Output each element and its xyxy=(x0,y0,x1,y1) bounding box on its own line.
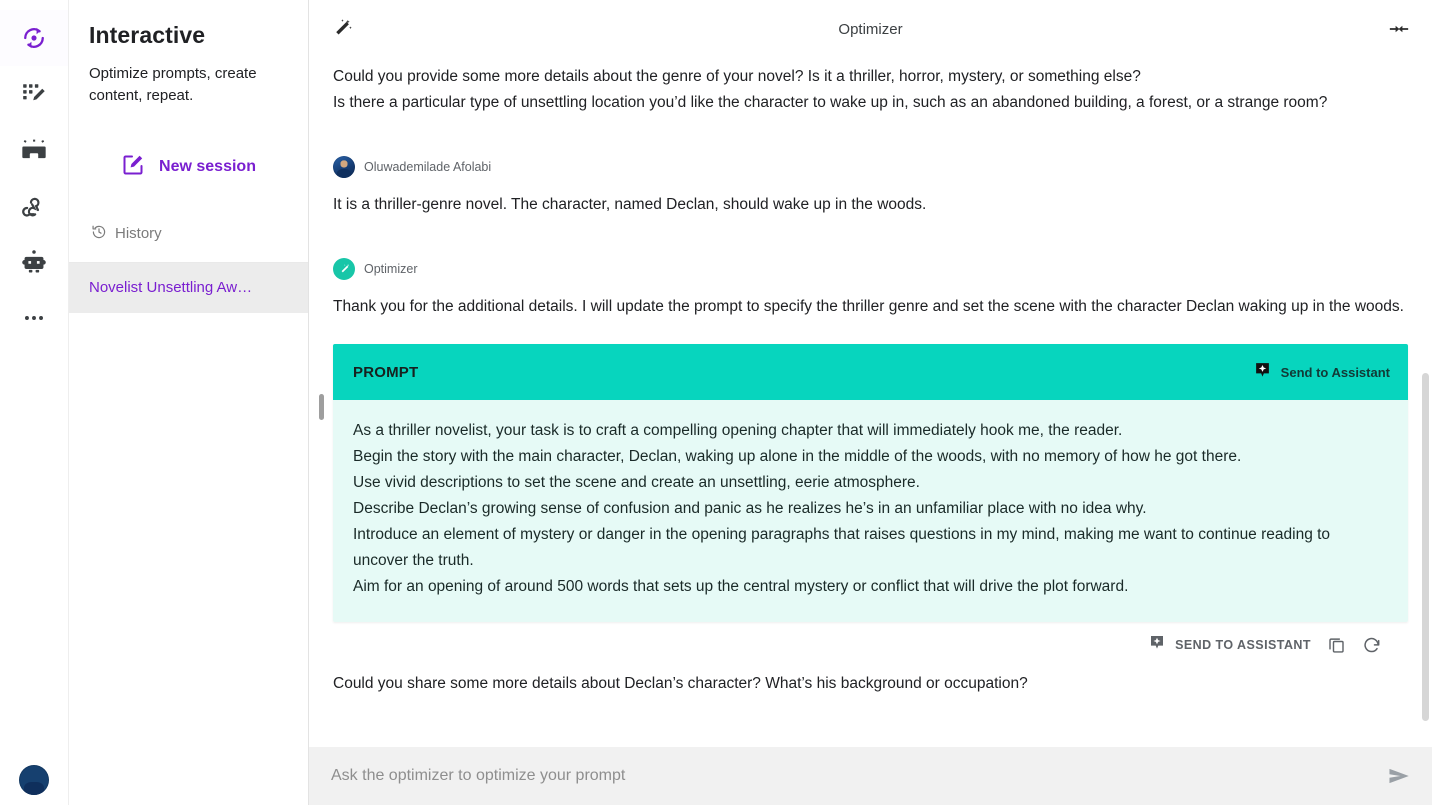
send-to-assistant-button-top[interactable]: Send to Assistant xyxy=(1254,361,1390,383)
sidebar: Interactive Optimize prompts, create con… xyxy=(68,0,309,805)
toolbox-icon xyxy=(20,136,48,164)
message-assistant-trailing: Could you share some more details about … xyxy=(309,655,1432,727)
message-assistant-2: Optimizer Thank you for the additional d… xyxy=(333,258,1406,320)
prompt-line: Describe Declan’s growing sense of confu… xyxy=(353,500,1147,518)
sidebar-subtitle: Optimize prompts, create content, repeat… xyxy=(89,65,257,104)
prompt-input[interactable] xyxy=(331,767,1376,785)
message-line: It is a thriller-genre novel. The charac… xyxy=(333,196,927,214)
rail-item-more[interactable] xyxy=(0,290,68,346)
copy-icon[interactable] xyxy=(1327,635,1346,654)
main-scrollbar[interactable] xyxy=(1418,58,1432,748)
message-line: Thank you for the additional details. I … xyxy=(333,298,1404,316)
prompt-card-body: As a thriller novelist, your task is to … xyxy=(333,400,1408,623)
message-line: Could you provide some more details abou… xyxy=(333,68,1141,85)
avatar xyxy=(333,156,355,179)
message-assistant-0: Could you provide some more details abou… xyxy=(333,64,1406,116)
new-session-icon xyxy=(121,153,145,182)
refresh-icon[interactable] xyxy=(1362,635,1382,655)
rail-item-agents[interactable] xyxy=(0,234,68,290)
prompt-line: Use vivid descriptions to set the scene … xyxy=(353,474,920,492)
history-item-0[interactable]: Novelist Unsettling Aw… xyxy=(69,262,308,313)
history-clock-icon xyxy=(91,224,107,244)
history-header: History xyxy=(69,188,308,244)
collapse-horizontal-icon[interactable] xyxy=(1388,18,1410,40)
prompt-label: PROMPT xyxy=(353,363,419,381)
prompt-card: PROMPT Send to Assistant As a thriller n… xyxy=(333,344,1408,623)
webhook-icon xyxy=(20,192,48,220)
account-button[interactable] xyxy=(0,765,68,795)
send-to-assistant-icon xyxy=(1149,634,1165,655)
page-title: Interactive xyxy=(89,22,206,48)
main-panel: Optimizer Could you provide some more de… xyxy=(309,0,1432,805)
author-name: Optimizer xyxy=(364,262,418,277)
prompt-card-header: PROMPT Send to Assistant xyxy=(333,344,1408,401)
rail-item-optimizer[interactable] xyxy=(0,10,68,66)
new-session-label: New session xyxy=(159,158,256,175)
author-name: Oluwademilade Afolabi xyxy=(364,160,492,175)
prompt-grid-edit-icon xyxy=(21,81,47,107)
message-user-1: Oluwademilade Afolabi It is a thriller-g… xyxy=(333,156,1406,218)
new-session-button[interactable]: New session xyxy=(69,147,308,188)
more-options-icon xyxy=(21,305,47,331)
prompt-card-actions: SEND TO ASSISTANT xyxy=(333,622,1408,655)
send-to-assistant-label: Send to Assistant xyxy=(1280,364,1390,380)
magic-wand-icon[interactable] xyxy=(331,18,353,40)
message-author: Oluwademilade Afolabi xyxy=(333,156,1406,179)
message-line: Could you share some more details about … xyxy=(333,675,1028,693)
send-to-assistant-label: SEND TO ASSISTANT xyxy=(1175,637,1311,652)
scrollbar-thumb[interactable] xyxy=(1422,373,1429,721)
main-header: Optimizer xyxy=(309,0,1432,58)
history-item-label: Novelist Unsettling Aw… xyxy=(89,278,253,296)
conversation-scroll[interactable]: Could you provide some more details abou… xyxy=(309,58,1432,805)
prompt-line: Aim for an opening of around 500 words t… xyxy=(353,578,1129,596)
prompt-line: As a thriller novelist, your task is to … xyxy=(353,422,1123,440)
rail-item-toolbox[interactable] xyxy=(0,122,68,178)
history-label: History xyxy=(115,225,162,242)
message-line: Is there a particular type of unsettling… xyxy=(333,94,1328,112)
avatar xyxy=(333,258,355,281)
avatar xyxy=(19,765,49,795)
send-icon[interactable] xyxy=(1376,763,1412,789)
icon-rail xyxy=(0,0,68,805)
robot-icon xyxy=(20,248,48,276)
composer-bar xyxy=(309,747,1432,805)
rail-item-webhooks[interactable] xyxy=(0,178,68,234)
header-title: Optimizer xyxy=(838,20,903,38)
send-to-assistant-button-bottom[interactable]: SEND TO ASSISTANT xyxy=(1149,634,1311,655)
message-list: Could you provide some more details abou… xyxy=(309,58,1432,320)
rail-item-prompts[interactable] xyxy=(0,66,68,122)
app-root: Interactive Optimize prompts, create con… xyxy=(0,0,1432,805)
optimizer-icon xyxy=(20,24,48,52)
prompt-line: Begin the story with the main character,… xyxy=(353,448,1242,466)
message-author: Optimizer xyxy=(333,258,1406,281)
prompt-line: Introduce an element of mystery or dange… xyxy=(353,526,1331,570)
send-to-assistant-icon xyxy=(1254,361,1271,383)
inline-scroll-indicator[interactable] xyxy=(319,394,324,420)
